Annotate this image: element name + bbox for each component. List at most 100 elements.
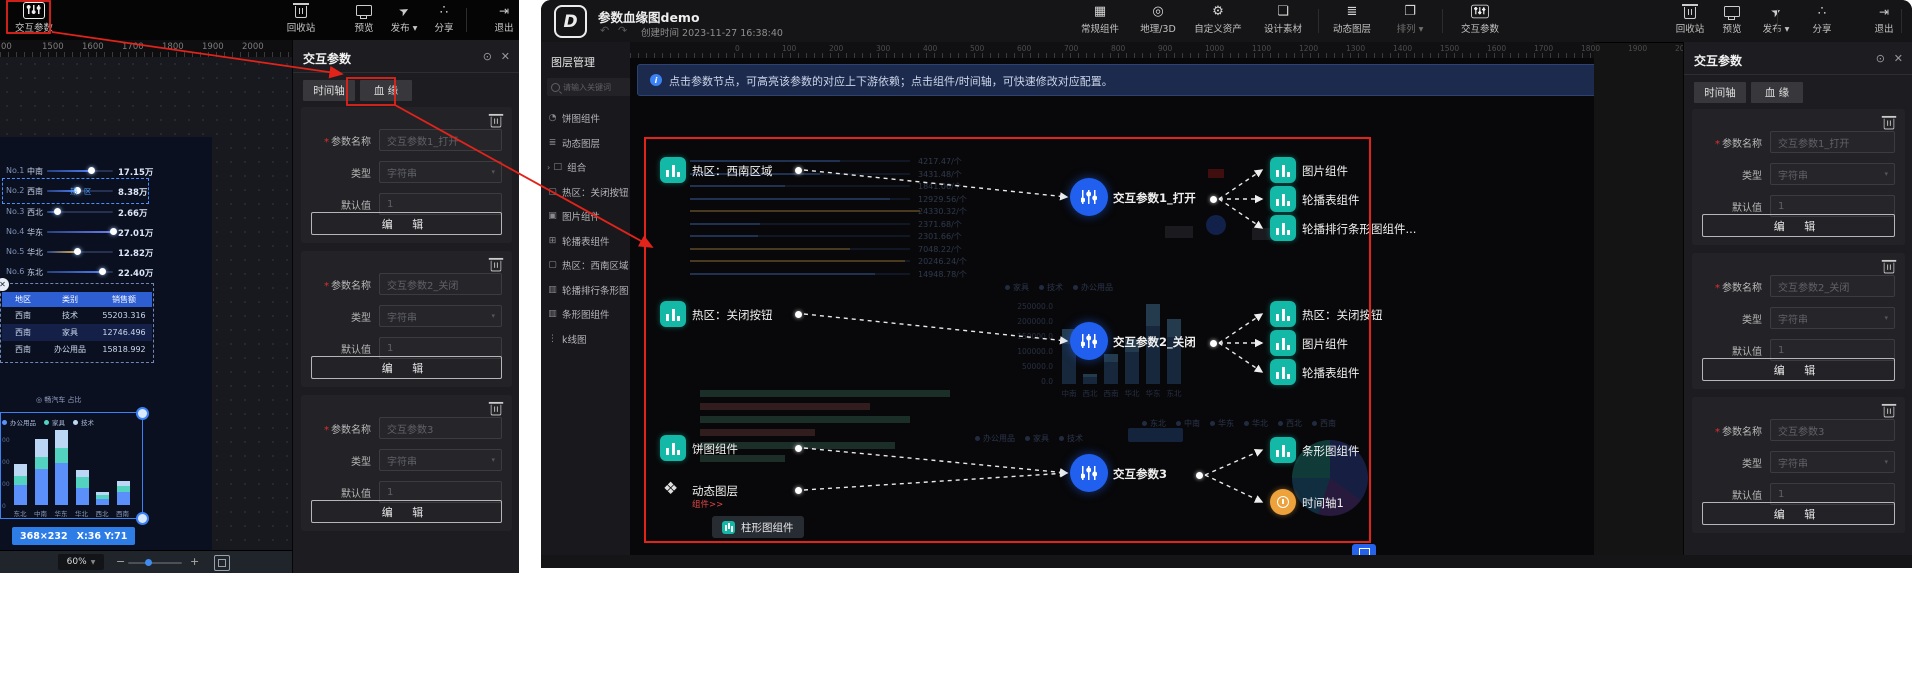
layer-item[interactable]: ◔饼图组件 [547,108,629,128]
component-node-label[interactable]: 饼图组件 [692,441,738,457]
component-node-icon[interactable] [660,435,686,461]
layer-item[interactable]: ▢热区：关闭按钮 [547,182,629,202]
text-input[interactable]: 交互参数1_打开 [379,129,502,151]
component-node-label[interactable]: 时间轴1 [1302,495,1344,511]
interactive-params-button[interactable]: 交互参数 [8,3,60,34]
bar-stack[interactable] [76,470,89,505]
component-node-label[interactable]: 轮播排行条形图组件... [1302,221,1416,237]
edit-button[interactable]: 编 辑 [311,356,502,379]
zoom-out-button[interactable]: − [116,555,125,568]
type-select[interactable]: 字符串▾ [1770,163,1895,185]
layer-item[interactable]: ▥轮播排行条形图... [547,280,629,300]
component-node-icon[interactable] [1270,157,1296,183]
bar-stack[interactable] [117,481,130,505]
component-node-label[interactable]: 热区：西南区域 [692,163,773,179]
undo-icon[interactable]: ↶ [600,24,609,37]
tab-lineage[interactable]: 血 缘 [1751,82,1803,103]
layer-item[interactable]: ⋮k线图 [547,329,629,349]
toolbar-widgets[interactable]: ▦常规组件 [1071,4,1129,35]
type-select[interactable]: 字符串▾ [379,161,502,183]
table-row[interactable]: 西南办公用品15818.992 [2,341,152,358]
zoom-in-button[interactable]: + [190,555,199,568]
lineage-canvas[interactable]: 4217.47/个3431.48/个1841.06/个12929.56/个243… [630,58,1594,555]
component-node-icon[interactable] [1270,359,1296,385]
toolbar-design[interactable]: ❏设计素材 [1254,4,1312,35]
table-row[interactable]: 西南家具12746.496 [2,324,152,341]
component-node-icon[interactable] [660,157,686,183]
timeline-node-icon[interactable] [1270,489,1296,515]
layer-item[interactable]: ▢热区：西南区域 [547,255,629,275]
component-node-icon[interactable] [1270,215,1296,241]
type-select[interactable]: 字符串▾ [1770,451,1895,473]
text-input[interactable]: 交互参数2_关闭 [379,273,502,295]
table-row[interactable]: 西南技术55203.316 [2,307,152,324]
component-node-label[interactable]: 图片组件 [1302,163,1348,179]
tab-timeline[interactable]: 时间轴 [303,80,355,101]
param-node[interactable] [1070,322,1108,360]
text-input[interactable]: 交互参数3 [379,417,502,439]
edit-button[interactable]: 编 辑 [311,500,502,523]
text-input[interactable]: 交互参数1_打开 [1770,131,1895,153]
zoom-level-select[interactable]: 60%▼ [58,554,104,570]
bar-stack[interactable] [55,430,68,505]
component-node-label[interactable]: 条形图组件 [1302,443,1360,459]
layer-item[interactable]: ▥条形图组件 [547,304,629,324]
component-node-icon[interactable] [1270,301,1296,327]
ranking-row[interactable]: No.6东北22.40万 [0,264,212,278]
component-node-icon[interactable] [660,301,686,327]
type-select[interactable]: 字符串▾ [1770,307,1895,329]
layer-item[interactable]: ≣动态图层 [547,133,629,153]
redo-icon[interactable]: ↷ [618,24,627,37]
ranking-row[interactable]: No.5华北12.82万 [0,244,212,258]
toolbar-sliders[interactable]: 交互参数 [1451,4,1509,35]
canvas-fit-badge[interactable] [1352,544,1376,555]
bar-stack[interactable] [96,492,109,505]
edit-button[interactable]: 编 辑 [1702,214,1895,237]
selection-handle[interactable] [136,407,149,420]
component-node-label[interactable]: 热区：关闭按钮 [692,307,773,323]
component-node-label[interactable]: 图片组件 [1302,336,1348,352]
toolbar-gear[interactable]: ⚙自定义资产 [1189,4,1247,35]
edit-button[interactable]: 编 辑 [1702,502,1895,525]
component-node-label[interactable]: 动态图层 [692,483,738,499]
toolbar-geo[interactable]: ◎地理/3D [1129,4,1187,35]
component-node-icon[interactable] [1270,330,1296,356]
toolbar-action-share[interactable]: 分享 [1793,4,1851,35]
close-icon[interactable]: ✕ [501,50,510,63]
bar-stack[interactable] [14,464,27,505]
fit-screen-icon[interactable] [214,555,230,571]
component-node-label[interactable]: 热区：关闭按钮 [1302,307,1383,323]
text-input[interactable]: 交互参数3 [1770,419,1895,441]
edit-button[interactable]: 编 辑 [311,212,502,235]
ranking-row[interactable]: No.4华东27.01万 [0,224,212,238]
locate-icon[interactable]: ⊙ [1876,52,1885,65]
component-link[interactable]: 组件>> [692,498,723,510]
param-node[interactable] [1070,178,1108,216]
toolbar-layers[interactable]: ≣动态图层 [1323,4,1381,35]
bar-stack[interactable] [35,439,48,505]
ranking-row[interactable]: No.1中南17.15万 [0,163,212,177]
layer-item[interactable]: ▣图片组件 [547,206,629,226]
toolbar-action-trash[interactable]: 回收站 [275,3,327,34]
tab-timeline[interactable]: 时间轴 [1694,82,1746,103]
ranking-row[interactable]: No.3西北2.66万 [0,204,212,218]
text-input[interactable]: 交互参数2_关闭 [1770,275,1895,297]
zoom-slider-handle[interactable] [145,559,152,566]
type-select[interactable]: 字符串▾ [379,305,502,327]
component-node-label[interactable]: 轮播表组件 [1302,192,1360,208]
component-node-icon[interactable] [1270,186,1296,212]
close-icon[interactable]: ✕ [1894,52,1903,65]
layer-search-input[interactable]: 请输入关键词 [547,78,631,96]
toolbar-action-exit[interactable]: 退出 [1855,4,1912,35]
tab-lineage[interactable]: 血 缘 [360,80,412,101]
layer-item[interactable]: ›□组合 [547,157,629,177]
selection-handle[interactable] [136,512,149,525]
component-node-icon[interactable] [1270,437,1296,463]
toolbar-action-exit[interactable]: 退出 [478,3,519,34]
component-node-label[interactable]: 轮播表组件 [1302,365,1360,381]
type-select[interactable]: 字符串▾ [379,449,502,471]
toolbar-action-share[interactable]: 分享 [418,3,470,34]
edit-button[interactable]: 编 辑 [1702,358,1895,381]
layer-item[interactable]: ⊞轮播表组件 [547,231,629,251]
design-canvas[interactable]: No.1中南17.15万No.2西南8.38万热 区No.3西北2.66万No.… [0,57,292,550]
